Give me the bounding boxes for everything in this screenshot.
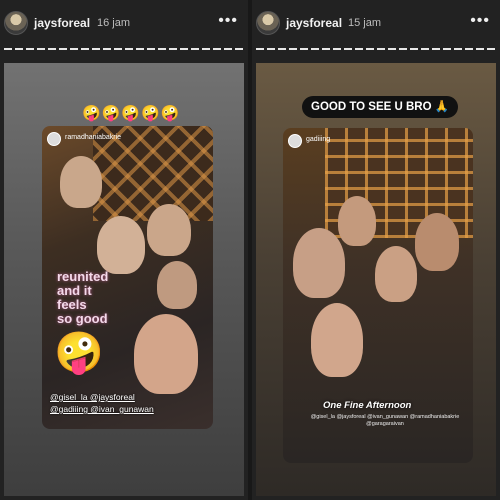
person-photo (60, 156, 102, 208)
story-header: jaysforeal 15 jam ••• (252, 8, 500, 38)
sticker-line: and it (57, 283, 92, 298)
story-time: 16 jam (97, 17, 131, 29)
repost-username[interactable]: ramadhaniabakrie (65, 134, 121, 141)
sticker-line: feels (57, 297, 87, 312)
more-options-icon[interactable]: ••• (218, 12, 238, 30)
story-content[interactable]: 🤪🤪🤪🤪🤪 ramadhaniabakrie reunited and it f… (4, 63, 244, 496)
sticker-line: so good (57, 311, 108, 326)
person-photo (134, 314, 198, 394)
more-options-icon[interactable]: ••• (470, 12, 490, 30)
person-photo (415, 213, 459, 271)
emoji-row: 🤪🤪🤪🤪🤪 (82, 105, 181, 122)
story-time: 15 jam (348, 17, 382, 29)
person-photo (157, 261, 197, 309)
person-photo (293, 228, 345, 298)
story-username[interactable]: jaysforeal (286, 16, 342, 30)
person-photo (97, 216, 145, 274)
sticker-text: reunited and it feels so good (57, 270, 108, 326)
repost-avatar[interactable] (288, 134, 302, 148)
person-photo (375, 246, 417, 302)
mention-line[interactable]: @gadiiing @ivan_gunawan (50, 403, 154, 415)
story-content[interactable]: GOOD TO SEE U BRO 🙏 gadiiing One Fine Af… (256, 63, 496, 496)
repost-avatar[interactable] (47, 132, 61, 146)
mention-tags[interactable]: @gisel_la @jaysforeal @gadiiing @ivan_gu… (50, 391, 154, 415)
person-photo (311, 303, 363, 377)
zany-face-emoji: 🤪 (54, 331, 104, 375)
reposted-story[interactable]: ramadhaniabakrie reunited and it feels s… (42, 126, 213, 429)
story-progress-bar (256, 48, 496, 50)
person-photo (147, 204, 191, 256)
story-username[interactable]: jaysforeal (34, 16, 90, 30)
sticker-line: reunited (57, 269, 109, 284)
story-progress-bar (4, 48, 244, 50)
caption-sticker: GOOD TO SEE U BRO 🙏 (302, 96, 459, 118)
photo-caption: One Fine Afternoon (323, 400, 412, 411)
story-panel-right[interactable]: jaysforeal 15 jam ••• GOOD TO SEE U BRO … (252, 0, 500, 500)
story-panel-left[interactable]: jaysforeal 16 jam ••• 🤪🤪🤪🤪🤪 ramadhaniaba… (0, 0, 248, 500)
story-header: jaysforeal 16 jam ••• (0, 8, 248, 38)
mention-tags[interactable]: @gisel_la @jaysforeal @ivan_gunawan @ram… (305, 414, 465, 428)
person-photo (338, 196, 376, 246)
mention-line[interactable]: @gisel_la @jaysforeal (50, 391, 154, 403)
profile-avatar[interactable] (256, 11, 280, 35)
reposted-story[interactable]: gadiiing One Fine Afternoon @gisel_la @j… (283, 128, 473, 463)
profile-avatar[interactable] (4, 11, 28, 35)
repost-username[interactable]: gadiiing (306, 136, 330, 143)
